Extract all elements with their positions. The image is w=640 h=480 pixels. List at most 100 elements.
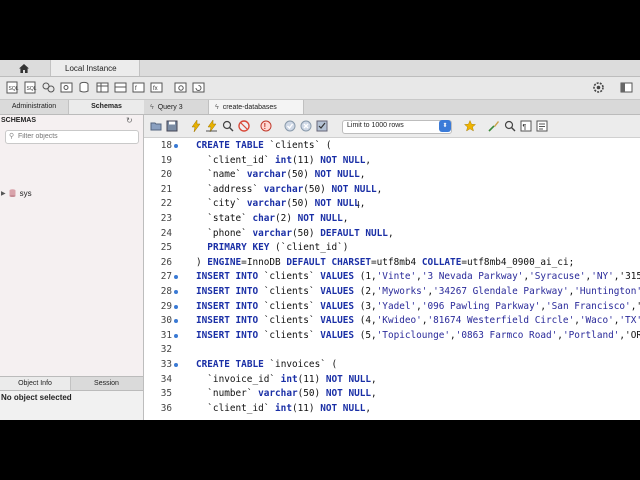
statement-marker-dot [174, 144, 178, 148]
new-sql-tab-icon[interactable]: SQL [6, 81, 19, 94]
schema-label: sys [19, 188, 32, 198]
line-number: 31 [160, 329, 172, 341]
save-icon[interactable] [166, 120, 178, 132]
manage-connections-icon[interactable] [42, 81, 55, 94]
svg-text:!: ! [264, 122, 267, 131]
editor-tabs: ϟ Query 3 ϟ create-databases [144, 100, 640, 115]
code-line: 20 `name` varchar(50) NOT NULL, [144, 169, 640, 184]
code-text: `client_id` int(11) NOT NULL, [196, 154, 372, 166]
database-icon [9, 189, 16, 197]
code-line: 30 INSERT INTO `clients` VALUES (4,'Kwide… [144, 315, 640, 330]
line-number: 18 [160, 140, 172, 151]
tab-query-3[interactable]: ϟ Query 3 [144, 100, 208, 114]
word-wrap-icon[interactable] [536, 120, 548, 132]
explain-icon[interactable] [222, 120, 234, 132]
refresh-icon[interactable]: ↻ [126, 116, 133, 125]
schemas-header: SCHEMAS [1, 117, 37, 124]
limit-rows-select[interactable]: Limit to 1000 rows ⬍ [342, 120, 452, 134]
home-tab[interactable] [0, 60, 48, 76]
tab-label: Query 3 [157, 103, 183, 111]
create-table-icon[interactable] [96, 81, 109, 94]
toggle-error-icon[interactable]: ! [260, 120, 272, 132]
tab-local-instance[interactable]: Local Instance [50, 60, 140, 76]
create-view-icon[interactable] [114, 81, 127, 94]
format-brush-icon[interactable] [488, 120, 500, 132]
code-text: `name` varchar(50) NOT NULL, [196, 169, 366, 181]
schema-item-sys[interactable]: ▶ sys [1, 188, 32, 198]
open-sql-file-icon[interactable]: SQL [24, 81, 37, 94]
tab-object-info[interactable]: Object Info [0, 377, 71, 390]
toggle-sidebar-icon[interactable] [620, 81, 633, 94]
code-text: INSERT INTO `clients` VALUES (5,'Topiclo… [196, 329, 640, 341]
code-line: 32 [144, 344, 640, 359]
tab-session[interactable]: Session [70, 377, 143, 390]
line-number: 28 [160, 286, 172, 297]
main-toolbar: SQL SQL f fx [0, 77, 640, 100]
create-schema-icon[interactable] [78, 81, 91, 94]
dropdown-arrows-icon: ⬍ [439, 120, 451, 132]
home-icon [19, 63, 29, 73]
workbench-window: Local Instance SQL SQL f fx Administrati… [0, 60, 640, 420]
text-cursor-icon: I [357, 200, 360, 211]
invisible-chars-icon[interactable]: ¶ [520, 120, 532, 132]
code-text: INSERT INTO `clients` VALUES (3,'Yadel',… [196, 300, 640, 312]
code-text: INSERT INTO `clients` VALUES (2,'Myworks… [196, 286, 640, 297]
search-table-data-icon[interactable] [174, 81, 187, 94]
tab-administration[interactable]: Administration [0, 100, 68, 114]
autocommit-icon[interactable] [316, 120, 328, 132]
code-editor[interactable]: 18 CREATE TABLE `clients` (19 `client_id`… [144, 138, 640, 420]
filter-box: ⚲ [5, 130, 139, 144]
code-text: CREATE TABLE `clients` ( [196, 140, 332, 151]
stop-icon[interactable] [238, 120, 250, 132]
execute-current-icon[interactable] [206, 120, 218, 132]
tab-label: create-databases [222, 103, 277, 111]
code-line: 18 CREATE TABLE `clients` ( [144, 140, 640, 155]
statement-marker-dot [174, 304, 178, 309]
code-line: 21 `address` varchar(50) NOT NULL, [144, 184, 640, 199]
reconnect-icon[interactable] [192, 81, 205, 94]
code-text: ) ENGINE=InnoDB DEFAULT CHARSET=utf8mb4 … [196, 256, 575, 268]
letterbox-bottom [0, 420, 640, 480]
statement-marker-dot [174, 290, 178, 294]
code-line: 33 CREATE TABLE `invoices` ( [144, 359, 640, 374]
line-number: 22 [160, 198, 172, 210]
line-number: 27 [160, 271, 172, 283]
lightning-tab-icon: ϟ [150, 103, 154, 111]
line-number: 24 [160, 227, 172, 239]
settings-gear-icon[interactable] [592, 81, 605, 94]
tab-schemas[interactable]: Schemas [68, 100, 144, 114]
svg-text:SQL: SQL [27, 86, 37, 92]
inspector-icon[interactable] [60, 81, 73, 94]
expand-arrow-icon[interactable]: ▶ [1, 190, 6, 197]
lightning-tab-icon: ϟ [215, 103, 219, 111]
sql-toolbar: ! Limit to 1000 rows ⬍ ¶ [144, 115, 640, 138]
code-text: CREATE TABLE `invoices` ( [196, 359, 338, 370]
code-line: 26 ) ENGINE=InnoDB DEFAULT CHARSET=utf8mb… [144, 257, 640, 272]
code-text: `address` varchar(50) NOT NULL, [196, 183, 383, 195]
create-function-icon[interactable]: fx [150, 81, 163, 94]
line-number: 20 [160, 169, 172, 181]
connection-tab-strip: Local Instance [0, 60, 640, 77]
code-line: 31 INSERT INTO `clients` VALUES (5,'Topic… [144, 330, 640, 345]
beautify-star-icon[interactable] [464, 120, 476, 132]
navigator-sidebar: Administration Schemas SCHEMAS ↻ ⚲ ▶ sys… [0, 100, 144, 420]
line-number: 26 [160, 256, 172, 268]
line-number: 35 [160, 388, 172, 400]
commit-icon[interactable] [284, 120, 296, 132]
tab-create-databases[interactable]: ϟ create-databases [208, 100, 304, 114]
rollback-icon[interactable] [300, 120, 312, 132]
code-text: `client_id` int(11) NOT NULL, [196, 402, 372, 414]
line-number: 30 [160, 315, 172, 327]
line-number: 33 [160, 359, 172, 370]
create-procedure-icon[interactable]: f [132, 81, 145, 94]
code-text: `city` varchar(50) NOT NULL, [196, 198, 366, 210]
execute-icon[interactable] [190, 120, 202, 132]
no-object-text: No object selected [1, 393, 72, 402]
limit-value: Limit to 1000 rows [347, 122, 404, 129]
statement-marker-dot [174, 333, 178, 338]
filter-input[interactable] [18, 131, 134, 142]
statement-marker-dot [174, 275, 178, 280]
svg-text:fx: fx [153, 86, 158, 92]
open-folder-icon[interactable] [150, 120, 162, 132]
find-icon[interactable] [504, 120, 516, 132]
